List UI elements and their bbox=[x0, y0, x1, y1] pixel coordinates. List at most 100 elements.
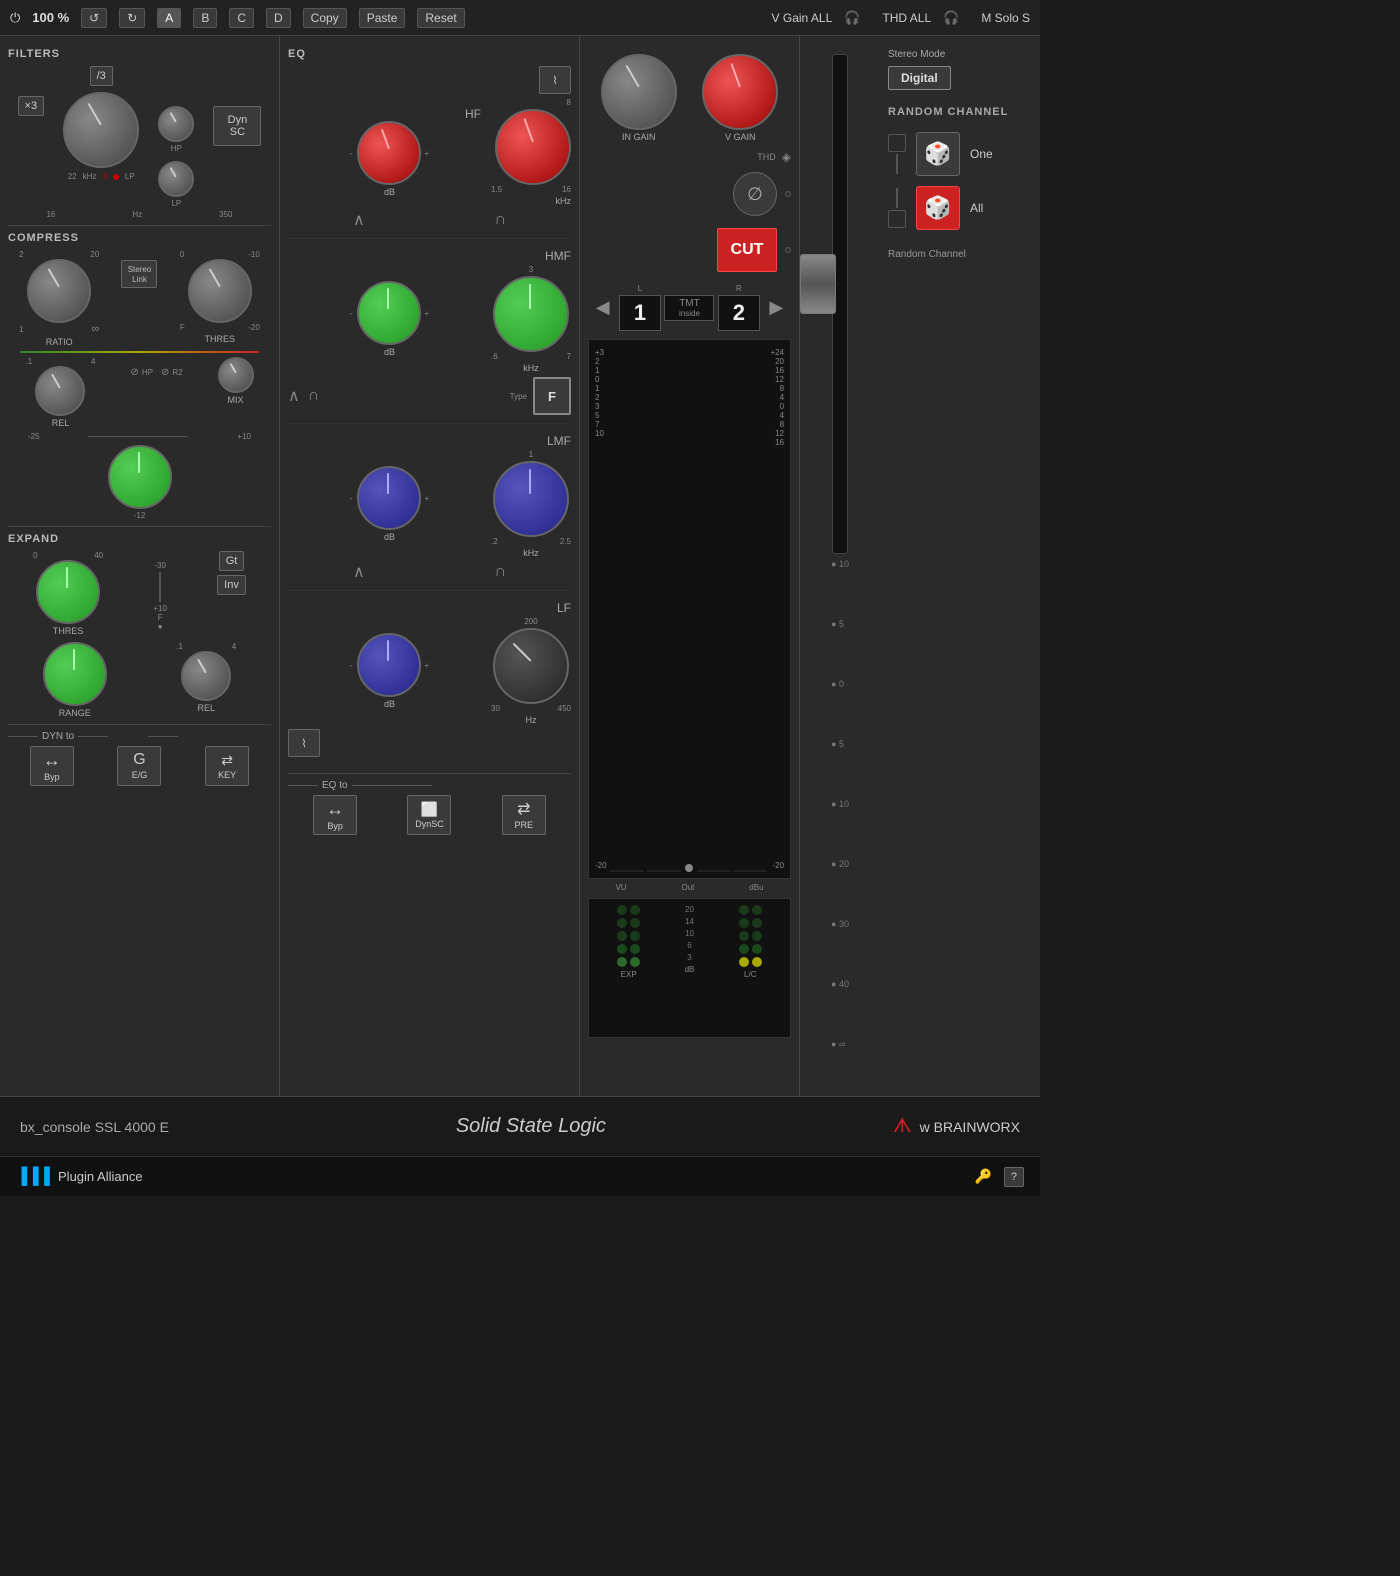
paste-button[interactable]: Paste bbox=[359, 8, 406, 28]
expand-divider bbox=[8, 724, 271, 725]
left-scale: +32101235710-20 bbox=[595, 346, 607, 872]
hp-knob[interactable] bbox=[158, 106, 194, 142]
lp-label-2: LP bbox=[171, 199, 181, 208]
thd-all-label: THD ALL bbox=[882, 11, 931, 25]
brainworx-logo: ᗑ bbox=[893, 1115, 912, 1138]
rel-knob[interactable] bbox=[35, 366, 85, 416]
power-icon[interactable]: ⏻ bbox=[10, 10, 20, 26]
preset-a-button[interactable]: A bbox=[157, 8, 181, 28]
inv-button[interactable]: Inv bbox=[217, 575, 246, 595]
eq-dynsc-button[interactable]: ⬜ DynSC bbox=[407, 795, 451, 835]
preset-c-button[interactable]: C bbox=[229, 8, 254, 28]
eq-type-button[interactable]: F bbox=[533, 377, 571, 415]
lmf-freq-knob[interactable] bbox=[493, 461, 569, 537]
random-one-button[interactable]: 🎲 bbox=[916, 132, 960, 176]
hf-freq-knob[interactable] bbox=[495, 109, 571, 185]
thd-headphone-icon: 🎧 bbox=[943, 10, 959, 26]
expand-rel-label: REL bbox=[197, 703, 215, 713]
hz-16-label: 16 bbox=[46, 210, 55, 219]
lf-filter-button[interactable]: ⌇ bbox=[288, 729, 320, 757]
dyn-sc-button[interactable]: Dyn SC bbox=[213, 106, 261, 146]
rel-label: REL bbox=[52, 418, 70, 428]
random-channel-section: Stereo Mode Digital RANDOM CHANNEL bbox=[880, 36, 1040, 1096]
expand-rel-knob[interactable] bbox=[181, 651, 231, 701]
copy-button[interactable]: Copy bbox=[303, 8, 347, 28]
hz-350-label: 350 bbox=[219, 210, 232, 219]
thd-diagonal: ◈ bbox=[782, 150, 791, 164]
fader-section: ● 10 ● 5 ● 0 ● 5 ● 10 ● 20 ● 30 ● 40 ● ∞ bbox=[800, 36, 880, 1096]
main-content: FILTERS ×3 /3 22 kHz 3 LP bbox=[0, 36, 1040, 1096]
v-gain-headphone-icon: 🎧 bbox=[844, 10, 860, 26]
fader-rc-section: ● 10 ● 5 ● 0 ● 5 ● 10 ● 20 ● 30 ● 40 ● ∞… bbox=[800, 36, 1040, 1096]
thres-knob[interactable] bbox=[188, 259, 252, 323]
lmf-shelf-icon: ∧ bbox=[353, 562, 365, 582]
digital-button[interactable]: Digital bbox=[888, 66, 951, 90]
in-gain-knob[interactable] bbox=[601, 54, 677, 130]
expand-thres-label: THRES bbox=[53, 626, 84, 636]
compress-label: COMPRESS bbox=[8, 232, 271, 244]
gt-button[interactable]: Gt bbox=[219, 551, 245, 571]
filter-khz-label: kHz bbox=[83, 172, 97, 181]
bottom-meters: EXP 20 14 10 6 3 dB bbox=[588, 898, 791, 1038]
channel-next-button[interactable]: ▶ bbox=[763, 295, 789, 320]
x3-button[interactable]: ×3 bbox=[18, 96, 45, 116]
one-label: One bbox=[970, 147, 993, 161]
stereo-link-button[interactable]: Stereo Link bbox=[121, 260, 157, 288]
channel-section: IN GAIN V GAIN THD ◈ ∅ CUT bbox=[580, 36, 800, 1096]
filters-divider bbox=[8, 225, 271, 226]
v-gain-label: V GAIN bbox=[725, 132, 756, 142]
brainworx-label: w BRAINWORX bbox=[920, 1119, 1020, 1135]
mix-label: MIX bbox=[228, 395, 244, 405]
expand-knob[interactable] bbox=[36, 560, 100, 624]
pa-right-section: 🔑 ? bbox=[974, 1167, 1024, 1187]
cut-led bbox=[785, 247, 791, 253]
top-toolbar: ⏻ 100 % ↺ ↻ A B C D Copy Paste Reset V G… bbox=[0, 0, 1040, 36]
compress-main-knob[interactable] bbox=[108, 445, 172, 509]
compress-divider bbox=[8, 526, 271, 527]
mix-knob[interactable] bbox=[218, 357, 254, 393]
dyn-key-button[interactable]: ⇄ KEY bbox=[205, 746, 249, 786]
pa-label: Plugin Alliance bbox=[58, 1169, 143, 1184]
eq-routing-section: EQ to ↔ Byp ⬜ DynSC ⇄ PRE bbox=[288, 780, 571, 835]
eq-byp-button[interactable]: ↔ Byp bbox=[313, 795, 357, 835]
compress-section: 2 20 1 ∞ RATIO Stereo Link bbox=[8, 250, 271, 520]
key-icon[interactable]: 🔑 bbox=[974, 1168, 991, 1185]
cut-button[interactable]: CUT bbox=[717, 228, 777, 272]
undo-button[interactable]: ↺ bbox=[81, 8, 107, 28]
div3-button[interactable]: /3 bbox=[90, 66, 113, 86]
zoom-level: 100 % bbox=[32, 10, 69, 25]
lf-freq-knob[interactable] bbox=[493, 628, 569, 704]
lmf-db-knob[interactable] bbox=[357, 466, 421, 530]
right-scale: +24201612840481216-20 bbox=[770, 346, 784, 872]
tmt-display: TMT inside bbox=[664, 295, 714, 321]
hf-db-knob[interactable] bbox=[357, 121, 421, 185]
preset-d-button[interactable]: D bbox=[266, 8, 291, 28]
redo-button[interactable]: ↻ bbox=[119, 8, 145, 28]
hf-shelf-icon: ∧ bbox=[353, 210, 365, 230]
channel-prev-button[interactable]: ◀ bbox=[590, 295, 616, 320]
filter-main-knob[interactable] bbox=[63, 92, 139, 168]
preset-b-button[interactable]: B bbox=[193, 8, 217, 28]
ratio-knob[interactable] bbox=[27, 259, 91, 323]
right-channel-display: 2 bbox=[718, 295, 760, 331]
eq-to-label: EQ to bbox=[322, 780, 348, 791]
hmf-freq-knob[interactable] bbox=[493, 276, 569, 352]
random-all-button[interactable]: 🎲 bbox=[916, 186, 960, 230]
hmf-db-knob[interactable] bbox=[357, 281, 421, 345]
help-button[interactable]: ? bbox=[1004, 1167, 1024, 1187]
phase-button[interactable]: ∅ bbox=[733, 172, 777, 216]
pa-logo-section: ▐▐▐ Plugin Alliance bbox=[16, 1168, 143, 1186]
dyn-byp-button[interactable]: ↔ Byp bbox=[30, 746, 74, 786]
hp-label: HP bbox=[171, 144, 182, 153]
left-channel-display: 1 bbox=[619, 295, 661, 331]
fader-handle[interactable] bbox=[800, 254, 836, 314]
dyn-eg-button[interactable]: G E/G bbox=[117, 746, 161, 786]
lf-db-knob[interactable] bbox=[357, 633, 421, 697]
eq-pre-button[interactable]: ⇄ PRE bbox=[502, 795, 546, 835]
phase-led bbox=[785, 191, 791, 197]
lp-knob[interactable] bbox=[158, 161, 194, 197]
eq-curve-button[interactable]: ⌇ bbox=[539, 66, 571, 94]
reset-button[interactable]: Reset bbox=[417, 8, 464, 28]
v-gain-knob[interactable] bbox=[702, 54, 778, 130]
range-knob[interactable] bbox=[43, 642, 107, 706]
